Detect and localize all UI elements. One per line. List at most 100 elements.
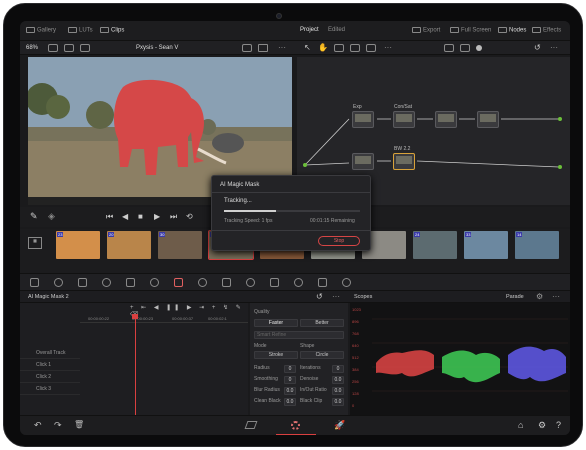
stop-icon[interactable]: ■ (138, 212, 143, 221)
more-icon[interactable]: ··· (550, 43, 558, 52)
param-value[interactable]: 0 (332, 365, 344, 373)
more-icon[interactable]: ··· (332, 292, 340, 301)
deliver-page-icon[interactable]: 🚀 (334, 420, 345, 431)
tab-gallery[interactable]: Gallery (26, 27, 56, 34)
curves-icon[interactable] (30, 278, 39, 287)
playhead[interactable] (135, 315, 136, 415)
node-4[interactable] (477, 111, 499, 128)
clip-thumbnail[interactable]: 30 (158, 231, 202, 259)
more-icon[interactable]: ··· (552, 292, 560, 301)
node-exp[interactable]: Exp (352, 104, 374, 128)
tab-clips[interactable]: Clips (100, 27, 124, 34)
record-icon[interactable] (476, 45, 482, 51)
compare-icon[interactable] (80, 44, 90, 52)
key-icon[interactable] (222, 278, 231, 287)
quality-better[interactable]: Better (300, 319, 344, 327)
settings-icon[interactable]: ⚙ (536, 292, 543, 301)
clip-thumbnail[interactable]: 20 (107, 231, 151, 259)
tab-effects[interactable]: Effects (532, 27, 561, 34)
undo-icon[interactable]: ↶ (34, 420, 42, 431)
link-icon[interactable] (334, 44, 344, 52)
hand-icon[interactable]: ✋ (318, 43, 328, 52)
speaker-icon[interactable] (258, 44, 268, 52)
pointer-icon[interactable]: ↖ (304, 43, 311, 52)
clip-thumbnail[interactable]: 24 (413, 231, 457, 259)
keyframes-icon[interactable] (342, 278, 351, 287)
split-icon[interactable] (64, 44, 74, 52)
tab-nodes[interactable]: Nodes (498, 27, 526, 34)
tab-full-screen[interactable]: Full Screen (450, 27, 491, 34)
layers-icon[interactable]: ◈ (48, 211, 55, 222)
trash-icon[interactable]: 🗑 (74, 420, 84, 429)
reset-icon[interactable]: ↺ (534, 43, 541, 52)
tab-export[interactable]: Export (412, 27, 440, 34)
settings-icon[interactable]: ⚙ (538, 420, 546, 431)
tracker-icon[interactable] (150, 278, 159, 287)
clip-number-badge: 24 (414, 232, 421, 237)
eyedropper-icon[interactable]: ✎ (30, 211, 38, 222)
zoom-level[interactable]: 68% (26, 45, 38, 51)
skip-start-icon[interactable]: ⏮ (106, 212, 113, 222)
node-add-icon[interactable] (350, 44, 360, 52)
output-node-dot[interactable] (558, 117, 562, 121)
edit-page-icon[interactable] (244, 421, 258, 429)
layout-icon[interactable] (48, 44, 58, 52)
shape-select[interactable]: Circle (300, 351, 344, 359)
rewind-icon[interactable]: ◀ (122, 212, 128, 221)
grid-icon[interactable] (460, 44, 470, 52)
stop-button[interactable]: Stop (318, 236, 360, 246)
window-icon[interactable] (126, 278, 135, 287)
input-node-dot[interactable] (303, 163, 307, 167)
track-click-1[interactable]: Click 1 (20, 359, 80, 371)
node-parallel-icon[interactable] (366, 44, 376, 52)
node-bw[interactable]: BW 2.2 (393, 146, 415, 170)
tab-luts[interactable]: LUTs (68, 27, 93, 34)
track-overall[interactable]: Overall Track (20, 347, 80, 359)
reset-icon[interactable]: ↺ (316, 292, 323, 301)
more-icon[interactable]: ··· (278, 43, 286, 52)
redo-icon[interactable]: ↷ (54, 420, 62, 431)
sizing-icon[interactable] (246, 278, 255, 287)
node-con-sat[interactable]: Con/Sat (393, 104, 415, 128)
node-5[interactable] (352, 153, 374, 170)
help-icon[interactable]: ? (556, 420, 561, 430)
param-value[interactable]: 0 (284, 365, 296, 373)
scope-mode-select[interactable]: Parade (506, 294, 524, 300)
tab-edited[interactable]: Edited (328, 27, 345, 33)
magic-mask-icon[interactable] (174, 278, 183, 287)
more-icon[interactable]: ··· (384, 43, 392, 52)
tab-project[interactable]: Project (300, 27, 319, 33)
track-click-2[interactable]: Click 2 (20, 371, 80, 383)
color-page-tab[interactable] (276, 416, 316, 435)
param-value[interactable]: 0.0 (332, 398, 344, 406)
display-icon[interactable] (444, 44, 454, 52)
output-node-dot[interactable] (558, 165, 562, 169)
3d-icon[interactable] (270, 278, 279, 287)
smart-refine[interactable]: Smart Refine (254, 331, 344, 339)
loop-icon[interactable]: ⟲ (186, 212, 193, 221)
clip-thumbnail[interactable]: 33 (464, 231, 508, 259)
timecode-ruler[interactable]: 00:00:00:22 00:00:00:23 00:00:00:37 00:0… (80, 315, 248, 323)
home-icon[interactable]: ⌂ (518, 420, 523, 430)
param-value[interactable]: 0.0 (332, 387, 344, 395)
warper-icon[interactable] (78, 278, 87, 287)
mode-select[interactable]: Stroke (254, 351, 298, 359)
viewer-mode-icon[interactable] (242, 44, 252, 52)
param-value[interactable]: 0.0 (284, 398, 296, 406)
hsl-icon[interactable] (102, 278, 111, 287)
param-value[interactable]: 0.0 (332, 376, 344, 384)
node-3[interactable] (435, 111, 457, 128)
param-value[interactable]: 0 (284, 376, 296, 384)
playhead-handle[interactable] (132, 314, 138, 319)
qualifier-icon[interactable] (294, 278, 303, 287)
wheels-icon[interactable] (54, 278, 63, 287)
quality-faster[interactable]: Faster (254, 319, 298, 327)
motion-icon[interactable] (318, 278, 327, 287)
track-click-3[interactable]: Click 3 (20, 383, 80, 395)
param-value[interactable]: 0.0 (284, 387, 296, 395)
clip-thumbnail[interactable]: 23 (56, 231, 100, 259)
skip-end-icon[interactable]: ⏭ (170, 212, 177, 222)
play-icon[interactable]: ▶ (154, 212, 160, 221)
blur-icon[interactable] (198, 278, 207, 287)
clip-thumbnail[interactable]: 14 (515, 231, 559, 259)
